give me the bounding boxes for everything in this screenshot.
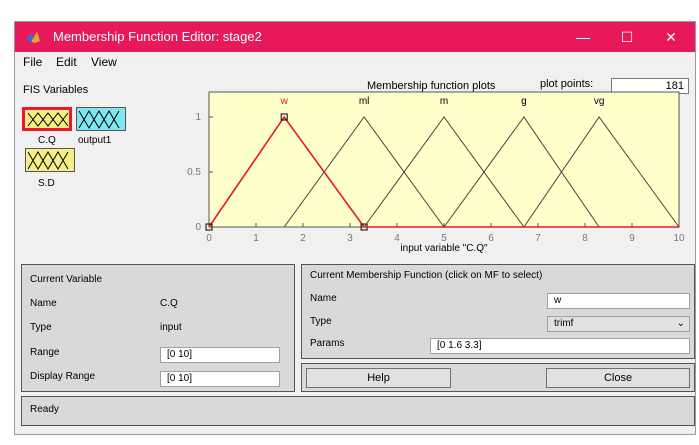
y-tick-label: 0 xyxy=(195,222,201,233)
close-button[interactable]: Close xyxy=(546,368,690,388)
matlab-icon xyxy=(26,31,40,43)
fis-input-sd[interactable] xyxy=(25,148,75,172)
mf-label-m: m xyxy=(440,96,448,107)
x-tick-label: 0 xyxy=(206,233,212,244)
window-title: Membership Function Editor: stage2 xyxy=(53,29,262,44)
current-mf-title: Current Membership Function (click on MF… xyxy=(310,270,543,281)
mf-name-input[interactable]: w xyxy=(547,293,690,309)
variable-name-label: Name xyxy=(30,298,57,309)
y-tick-label: 0.5 xyxy=(187,167,201,178)
mf-icon xyxy=(27,112,69,127)
current-mf-panel: Current Membership Function (click on MF… xyxy=(301,264,695,359)
y-tick-label: 1 xyxy=(195,112,201,123)
fis-variables-title: FIS Variables xyxy=(23,84,89,96)
x-tick-label: 2 xyxy=(300,233,306,244)
fis-input-sd-label: S.D xyxy=(38,178,55,189)
x-tick-label: 1 xyxy=(253,233,259,244)
mf-params-label: Params xyxy=(310,338,345,349)
mf-icon xyxy=(78,110,120,129)
mf-type-label: Type xyxy=(310,316,332,327)
mf-icon xyxy=(27,151,69,170)
fis-input-cq[interactable] xyxy=(22,107,72,131)
minimize-button[interactable]: — xyxy=(561,22,605,52)
range-label: Range xyxy=(30,347,60,358)
current-variable-title: Current Variable xyxy=(30,274,103,285)
mf-label-w: w xyxy=(280,96,289,107)
variable-name-value: C.Q xyxy=(160,298,178,309)
close-window-button[interactable]: ✕ xyxy=(649,22,693,52)
fis-output-1-label: output1 xyxy=(78,135,112,146)
mf-params-input[interactable]: [0 1.6 3.3] xyxy=(430,338,690,354)
buttons-panel: Help Close xyxy=(301,363,695,392)
x-tick-label: 4 xyxy=(394,233,400,244)
plot-area xyxy=(208,91,680,228)
display-range-input[interactable]: [0 10] xyxy=(160,371,280,387)
menu-bar: File Edit View xyxy=(15,52,695,72)
mf-label-vg: vg xyxy=(594,96,605,107)
x-tick-label: 8 xyxy=(582,233,588,244)
menu-edit[interactable]: Edit xyxy=(56,55,77,69)
x-tick-label: 3 xyxy=(347,233,353,244)
plot-title: Membership function plots xyxy=(367,80,496,92)
current-variable-panel: Current Variable Name C.Q Type input Ran… xyxy=(21,264,295,392)
menu-view[interactable]: View xyxy=(91,55,117,69)
status-text: Ready xyxy=(30,404,59,415)
variable-type-label: Type xyxy=(30,322,52,333)
chevron-down-icon: ⌄ xyxy=(676,318,685,329)
fis-input-cq-label: C.Q xyxy=(38,135,56,146)
mf-type-select[interactable]: trimf ⌄ xyxy=(547,316,690,332)
mf-name-label: Name xyxy=(310,293,337,304)
x-tick-label: 9 xyxy=(629,233,635,244)
plot-points-label: plot points: xyxy=(540,78,594,90)
help-button[interactable]: Help xyxy=(306,368,451,388)
mf-editor-window: Membership Function Editor: stage2 — ☐ ✕… xyxy=(14,21,696,435)
x-tick-label: 6 xyxy=(488,233,494,244)
fis-output-1[interactable] xyxy=(76,107,126,131)
title-bar: Membership Function Editor: stage2 — ☐ ✕ xyxy=(15,22,695,52)
x-tick-label: 7 xyxy=(535,233,541,244)
mf-label-ml: ml xyxy=(359,96,370,107)
mf-type-value: trimf xyxy=(554,318,574,329)
status-bar: Ready xyxy=(21,396,695,426)
maximize-button[interactable]: ☐ xyxy=(605,22,649,52)
mf-label-g: g xyxy=(521,96,527,107)
range-input[interactable]: [0 10] xyxy=(160,347,280,363)
menu-file[interactable]: File xyxy=(23,55,42,69)
variable-type-value: input xyxy=(160,322,182,333)
display-range-label: Display Range xyxy=(30,371,96,382)
x-axis-label: input variable "C.Q" xyxy=(400,243,488,254)
x-tick-label: 10 xyxy=(673,233,685,244)
